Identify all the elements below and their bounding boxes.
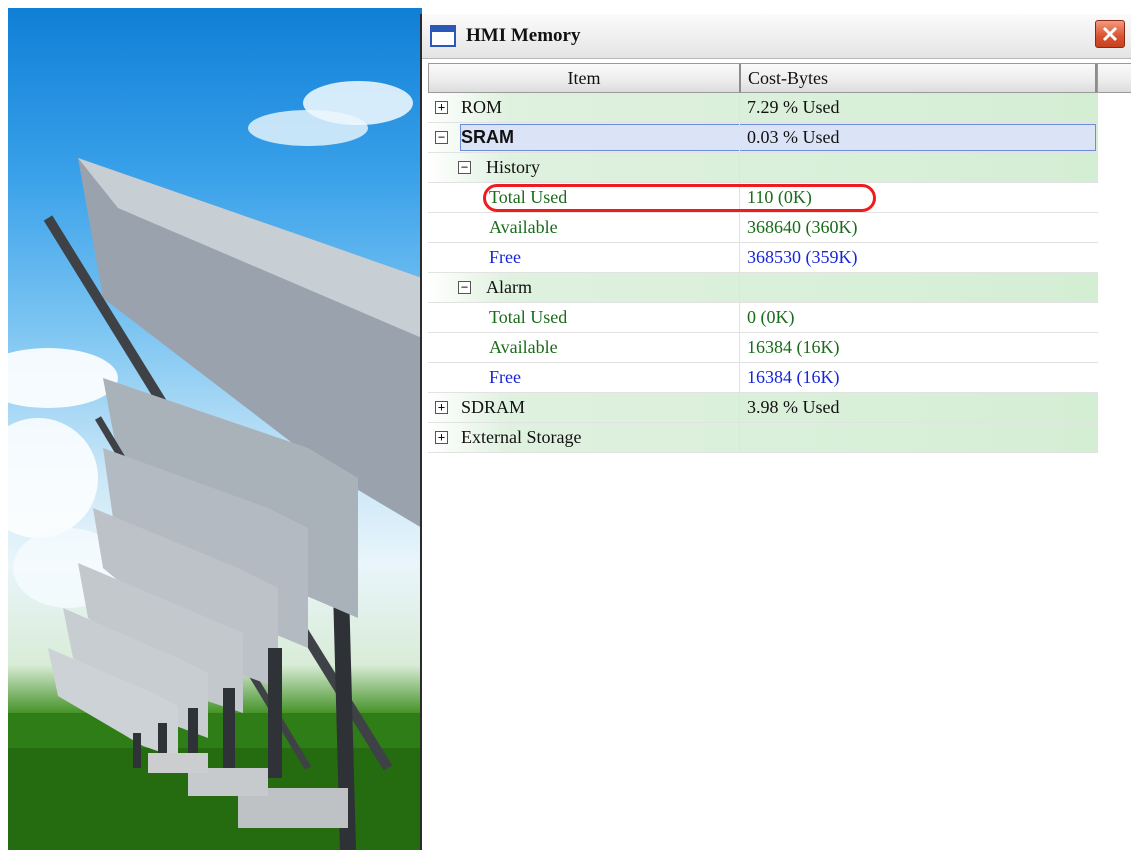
- row-value: 368530 (359K): [747, 247, 858, 267]
- tree-row-alarm-available[interactable]: Available 16384 (16K): [428, 333, 1098, 363]
- hmi-memory-window: HMI Memory Item Cost-Bytes + ROM 7.29 % …: [420, 14, 1131, 850]
- row-value: [742, 273, 1098, 302]
- expand-icon[interactable]: +: [435, 101, 448, 114]
- window-icon: [430, 25, 456, 47]
- close-icon: [1102, 26, 1118, 42]
- item-cell: + External Storage: [428, 423, 740, 452]
- row-label: Available: [489, 217, 558, 237]
- collapse-icon[interactable]: −: [458, 281, 471, 294]
- row-value: 368640 (360K): [747, 217, 858, 237]
- row-label: Total Used: [489, 307, 568, 327]
- tree-row-history-total-used[interactable]: Total Used 110 (0K): [428, 183, 1098, 213]
- red-highlight-oval: [483, 184, 876, 212]
- memory-tree-grid: Item Cost-Bytes + ROM 7.29 % Used − SRAM…: [428, 63, 1098, 453]
- item-cell: − SRAM: [428, 123, 740, 152]
- solar-panels-illustration: [8, 81, 422, 850]
- column-header-item[interactable]: Item: [429, 64, 741, 92]
- row-value: 3.98 % Used: [747, 397, 840, 417]
- expand-icon[interactable]: +: [435, 401, 448, 414]
- row-value: 16384 (16K): [747, 367, 840, 387]
- expand-icon[interactable]: +: [435, 431, 448, 444]
- tree-row-sdram[interactable]: + SDRAM 3.98 % Used: [428, 393, 1098, 423]
- row-value: 0 (0K): [747, 307, 795, 327]
- row-label: SDRAM: [461, 397, 526, 417]
- row-label: Available: [489, 337, 558, 357]
- row-label: Free: [489, 247, 521, 267]
- item-cell: Available: [428, 333, 740, 362]
- tree-row-sram[interactable]: − SRAM 0.03 % Used: [428, 123, 1098, 153]
- tree-row-alarm-total-used[interactable]: Total Used 0 (0K): [428, 303, 1098, 333]
- window-title: HMI Memory: [466, 25, 581, 46]
- background-solar-panel-photo: [8, 8, 422, 850]
- row-value: [742, 423, 1098, 452]
- row-value: 7.29 % Used: [747, 97, 840, 117]
- item-cell: Total Used: [428, 303, 740, 332]
- tree-row-external-storage[interactable]: + External Storage: [428, 423, 1098, 453]
- collapse-icon[interactable]: −: [458, 161, 471, 174]
- item-cell: Free: [428, 363, 740, 392]
- row-value: [742, 153, 1098, 182]
- item-cell: Free: [428, 243, 740, 272]
- row-label: ROM: [461, 97, 503, 117]
- grid-header: Item Cost-Bytes: [428, 63, 1098, 93]
- item-cell: − Alarm: [428, 273, 740, 302]
- tree-row-history-available[interactable]: Available 368640 (360K): [428, 213, 1098, 243]
- tree-row-history[interactable]: − History: [428, 153, 1098, 183]
- header-filler: [1098, 63, 1131, 93]
- row-label: Alarm: [486, 277, 532, 297]
- item-cell: − History: [428, 153, 740, 182]
- row-label: History: [486, 157, 540, 177]
- item-cell: + ROM: [428, 93, 740, 122]
- row-label: External Storage: [461, 427, 582, 447]
- column-header-cost-bytes[interactable]: Cost-Bytes: [743, 64, 1097, 92]
- row-label: SRAM: [461, 127, 514, 147]
- tree-row-rom[interactable]: + ROM 7.29 % Used: [428, 93, 1098, 123]
- title-bar[interactable]: HMI Memory: [422, 14, 1131, 59]
- item-cell: + SDRAM: [428, 393, 740, 422]
- tree-row-history-free[interactable]: Free 368530 (359K): [428, 243, 1098, 273]
- close-button[interactable]: [1095, 20, 1125, 48]
- collapse-icon[interactable]: −: [435, 131, 448, 144]
- row-label: Free: [489, 367, 521, 387]
- row-value: 0.03 % Used: [747, 127, 840, 147]
- tree-row-alarm-free[interactable]: Free 16384 (16K): [428, 363, 1098, 393]
- item-cell: Available: [428, 213, 740, 242]
- row-value: 16384 (16K): [747, 337, 840, 357]
- tree-row-alarm[interactable]: − Alarm: [428, 273, 1098, 303]
